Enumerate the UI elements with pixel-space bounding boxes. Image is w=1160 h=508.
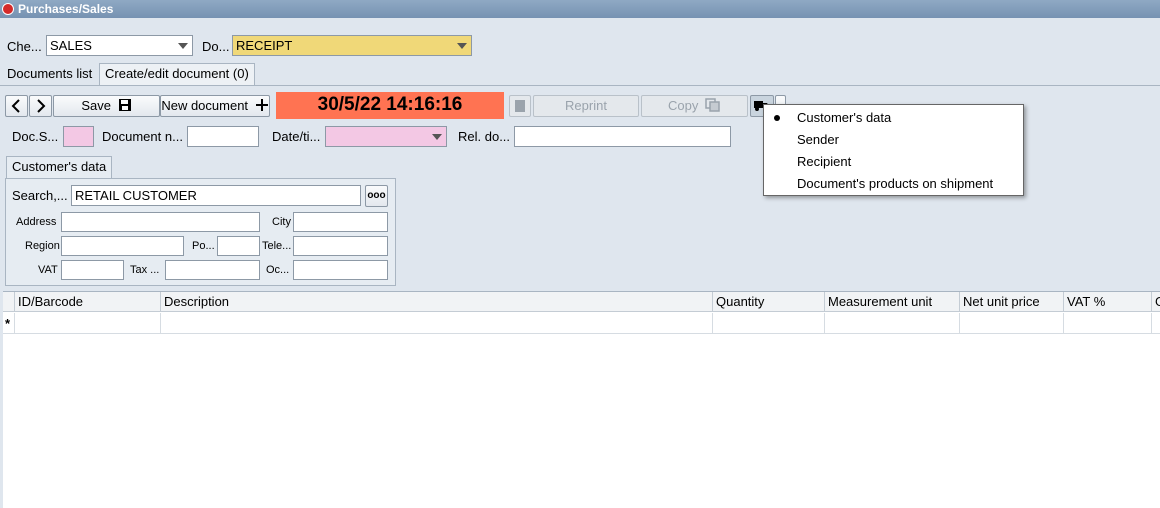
city-field[interactable]	[293, 212, 388, 232]
tab-customers-data[interactable]: Customer's data	[6, 156, 113, 179]
occupation-label: Oc...	[266, 264, 290, 276]
stop-icon	[515, 100, 525, 112]
column-header-measurement-unit[interactable]: Measurement unit	[825, 292, 960, 312]
customer-search-input[interactable]: RETAIL CUSTOMER	[71, 185, 361, 206]
next-button[interactable]	[29, 95, 52, 117]
che-label: Che...	[7, 39, 42, 54]
do-label: Do...	[202, 39, 230, 54]
document-number-field[interactable]	[187, 126, 259, 147]
selected-bullet-icon	[774, 115, 780, 121]
menu-item-products-on-shipment[interactable]: Document's products on shipment	[797, 176, 993, 192]
cell-description[interactable]	[161, 313, 713, 334]
datetime-display: 30/5/22 14:16:16	[276, 92, 504, 119]
postcode-label: Po...	[192, 240, 215, 252]
rel-do-label: Rel. do...	[458, 129, 511, 144]
grid-header: ID/Barcode Description Quantity Measurem…	[3, 292, 1160, 312]
column-header-quantity[interactable]: Quantity	[713, 292, 825, 312]
telephone-field[interactable]	[293, 236, 388, 256]
che-select-value: SALES	[50, 38, 92, 53]
related-document-field[interactable]	[514, 126, 731, 147]
chevron-down-icon	[178, 43, 188, 49]
column-header-id-barcode[interactable]: ID/Barcode	[15, 292, 161, 312]
region-label: Region	[25, 240, 60, 252]
app-icon	[2, 3, 14, 15]
region-field[interactable]	[61, 236, 184, 256]
menu-item-customers-data[interactable]: Customer's data	[797, 110, 891, 126]
copy-button-label: Copy	[668, 98, 699, 113]
chevron-right-icon	[37, 99, 46, 113]
date-label: Date/ti...	[272, 129, 321, 144]
vat-label: VAT	[38, 264, 58, 276]
chevron-down-icon	[432, 134, 442, 140]
occupation-field[interactable]	[293, 260, 388, 280]
doc-s-label: Doc.S...	[12, 129, 59, 144]
copy-icon	[705, 98, 720, 112]
menu-item-sender[interactable]: Sender	[797, 132, 839, 148]
do-select-value: RECEIPT	[236, 38, 293, 53]
stop-button[interactable]	[509, 95, 531, 117]
window-title: Purchases/Sales	[18, 2, 114, 16]
tax-label: Tax ...	[130, 264, 160, 276]
doc-s-field[interactable]	[63, 126, 94, 147]
save-button[interactable]: Save	[53, 95, 160, 117]
cell-vat-percent[interactable]	[1064, 313, 1152, 334]
row-header-corner	[3, 292, 15, 312]
new-document-label: New document	[161, 98, 249, 113]
search-label: Search,...	[12, 188, 68, 203]
tax-field[interactable]	[165, 260, 260, 280]
telephone-label: Tele...	[262, 240, 292, 252]
address-label: Address	[16, 216, 57, 228]
do-select[interactable]: RECEIPT	[232, 35, 472, 56]
prev-button[interactable]	[5, 95, 28, 117]
floppy-disk-icon	[118, 99, 131, 111]
new-row-marker: *	[3, 313, 15, 334]
tab-documents-list[interactable]: Documents list	[2, 64, 97, 86]
cell-net-unit-price[interactable]	[960, 313, 1064, 334]
column-header-description[interactable]: Description	[161, 292, 713, 312]
chevron-down-icon	[457, 43, 467, 49]
copy-button[interactable]: Copy	[641, 95, 748, 117]
grid-new-row[interactable]: *	[3, 313, 1160, 334]
chevron-left-icon	[11, 99, 20, 113]
cell-id-barcode[interactable]	[15, 313, 161, 334]
column-header-g[interactable]: G	[1152, 292, 1160, 312]
new-document-button[interactable]: New document	[160, 95, 270, 117]
save-button-label: Save	[81, 98, 111, 113]
postcode-field[interactable]	[217, 236, 260, 256]
che-select[interactable]: SALES	[46, 35, 193, 56]
column-header-vat-percent[interactable]: VAT %	[1064, 292, 1152, 312]
tab-divider	[0, 85, 1160, 86]
tab-create-edit-document[interactable]: Create/edit document (0)	[99, 63, 255, 85]
date-time-select[interactable]	[325, 126, 447, 147]
vat-field[interactable]	[61, 260, 124, 280]
products-grid[interactable]: ID/Barcode Description Quantity Measurem…	[3, 291, 1160, 508]
document-n-label: Document n...	[102, 129, 183, 144]
menu-item-recipient[interactable]: Recipient	[797, 154, 851, 170]
address-field[interactable]	[61, 212, 260, 232]
reprint-button[interactable]: Reprint	[533, 95, 639, 117]
column-header-net-unit-price[interactable]: Net unit price	[960, 292, 1064, 312]
plus-icon	[255, 99, 268, 111]
city-label: City	[272, 216, 291, 228]
cell-quantity[interactable]	[713, 313, 825, 334]
cell-measurement-unit[interactable]	[825, 313, 960, 334]
more-button[interactable]: ooo	[365, 185, 388, 207]
title-bar: Purchases/Sales	[0, 0, 1160, 18]
shipment-popup-menu: Customer's data Sender Recipient Documen…	[763, 104, 1024, 196]
